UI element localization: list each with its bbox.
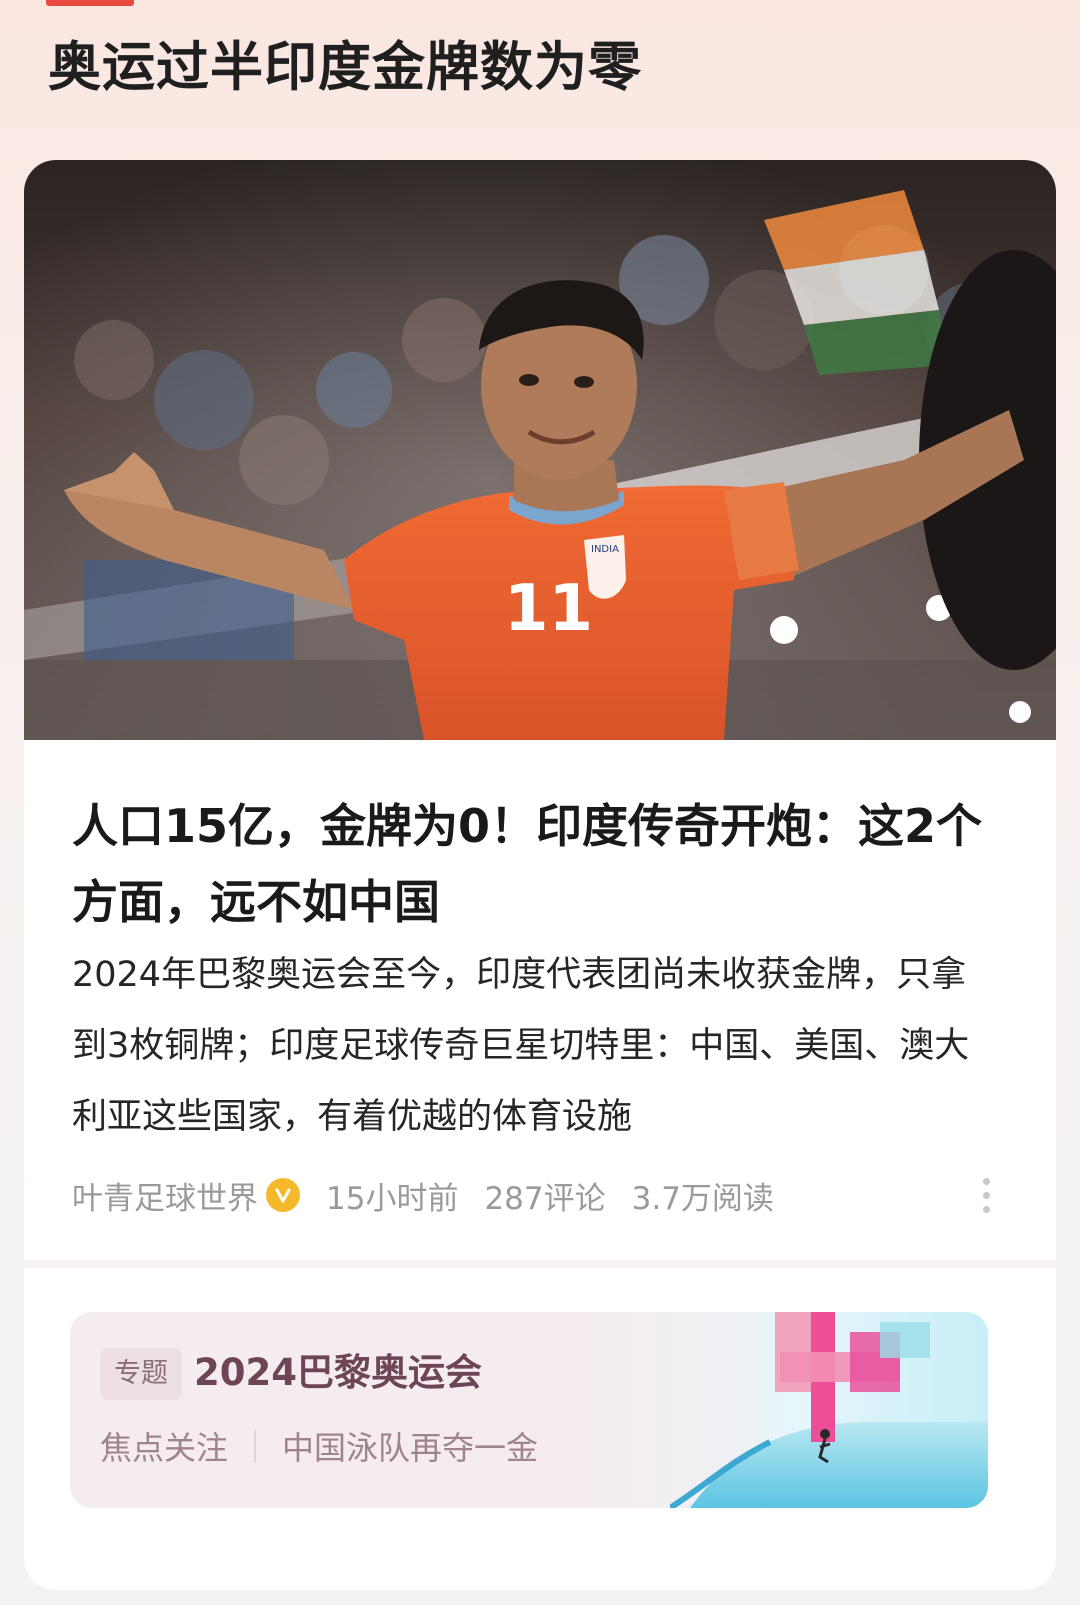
topic-card[interactable]: 专题 2024巴黎奥运会 焦点关注 中国泳队再夺一金	[70, 1312, 988, 1508]
jersey-number: 11	[504, 572, 593, 646]
author-name[interactable]: 叶青足球世界	[72, 1173, 258, 1218]
article-summary[interactable]: 2024年巴黎奥运会至今，印度代表团尚未收获金牌，只拿到3枚铜牌；印度足球传奇巨…	[72, 940, 987, 1153]
topic-link-separator	[254, 1430, 257, 1462]
topic-link-focus[interactable]: 焦点关注	[100, 1423, 228, 1469]
olympics-illustration	[668, 1312, 988, 1508]
article-cover-image[interactable]: INDIA 11	[24, 160, 1056, 740]
topic-title[interactable]: 2024巴黎奥运会	[194, 1344, 482, 1402]
publish-time: 15小时前	[326, 1180, 459, 1217]
verified-v-icon	[266, 1178, 300, 1212]
comment-count: 287评论	[484, 1180, 606, 1217]
topic-tag: 专题	[100, 1348, 182, 1400]
more-options-icon[interactable]	[966, 1170, 1006, 1220]
footballer-photo: INDIA 11	[24, 160, 1056, 740]
crest-text: INDIA	[591, 544, 619, 555]
topic-link-swim[interactable]: 中国泳队再夺一金	[282, 1423, 538, 1469]
divider	[24, 1260, 1056, 1268]
page-headline[interactable]: 奥运过半印度金牌数为零	[48, 30, 642, 106]
article-meta: 叶青足球世界 15小时前 287评论 3.7万阅读	[72, 1170, 800, 1220]
article-card[interactable]: INDIA 11 人口15亿，金牌为0！印度传奇开炮：这2个方面，远不如中国 2…	[24, 160, 1056, 1590]
article-title[interactable]: 人口15亿，金牌为0！印度传奇开炮：这2个方面，远不如中国	[72, 788, 1012, 940]
topic-links: 焦点关注 中国泳队再夺一金	[100, 1422, 538, 1470]
top-accent-tab	[46, 0, 134, 6]
read-count: 3.7万阅读	[631, 1180, 774, 1217]
